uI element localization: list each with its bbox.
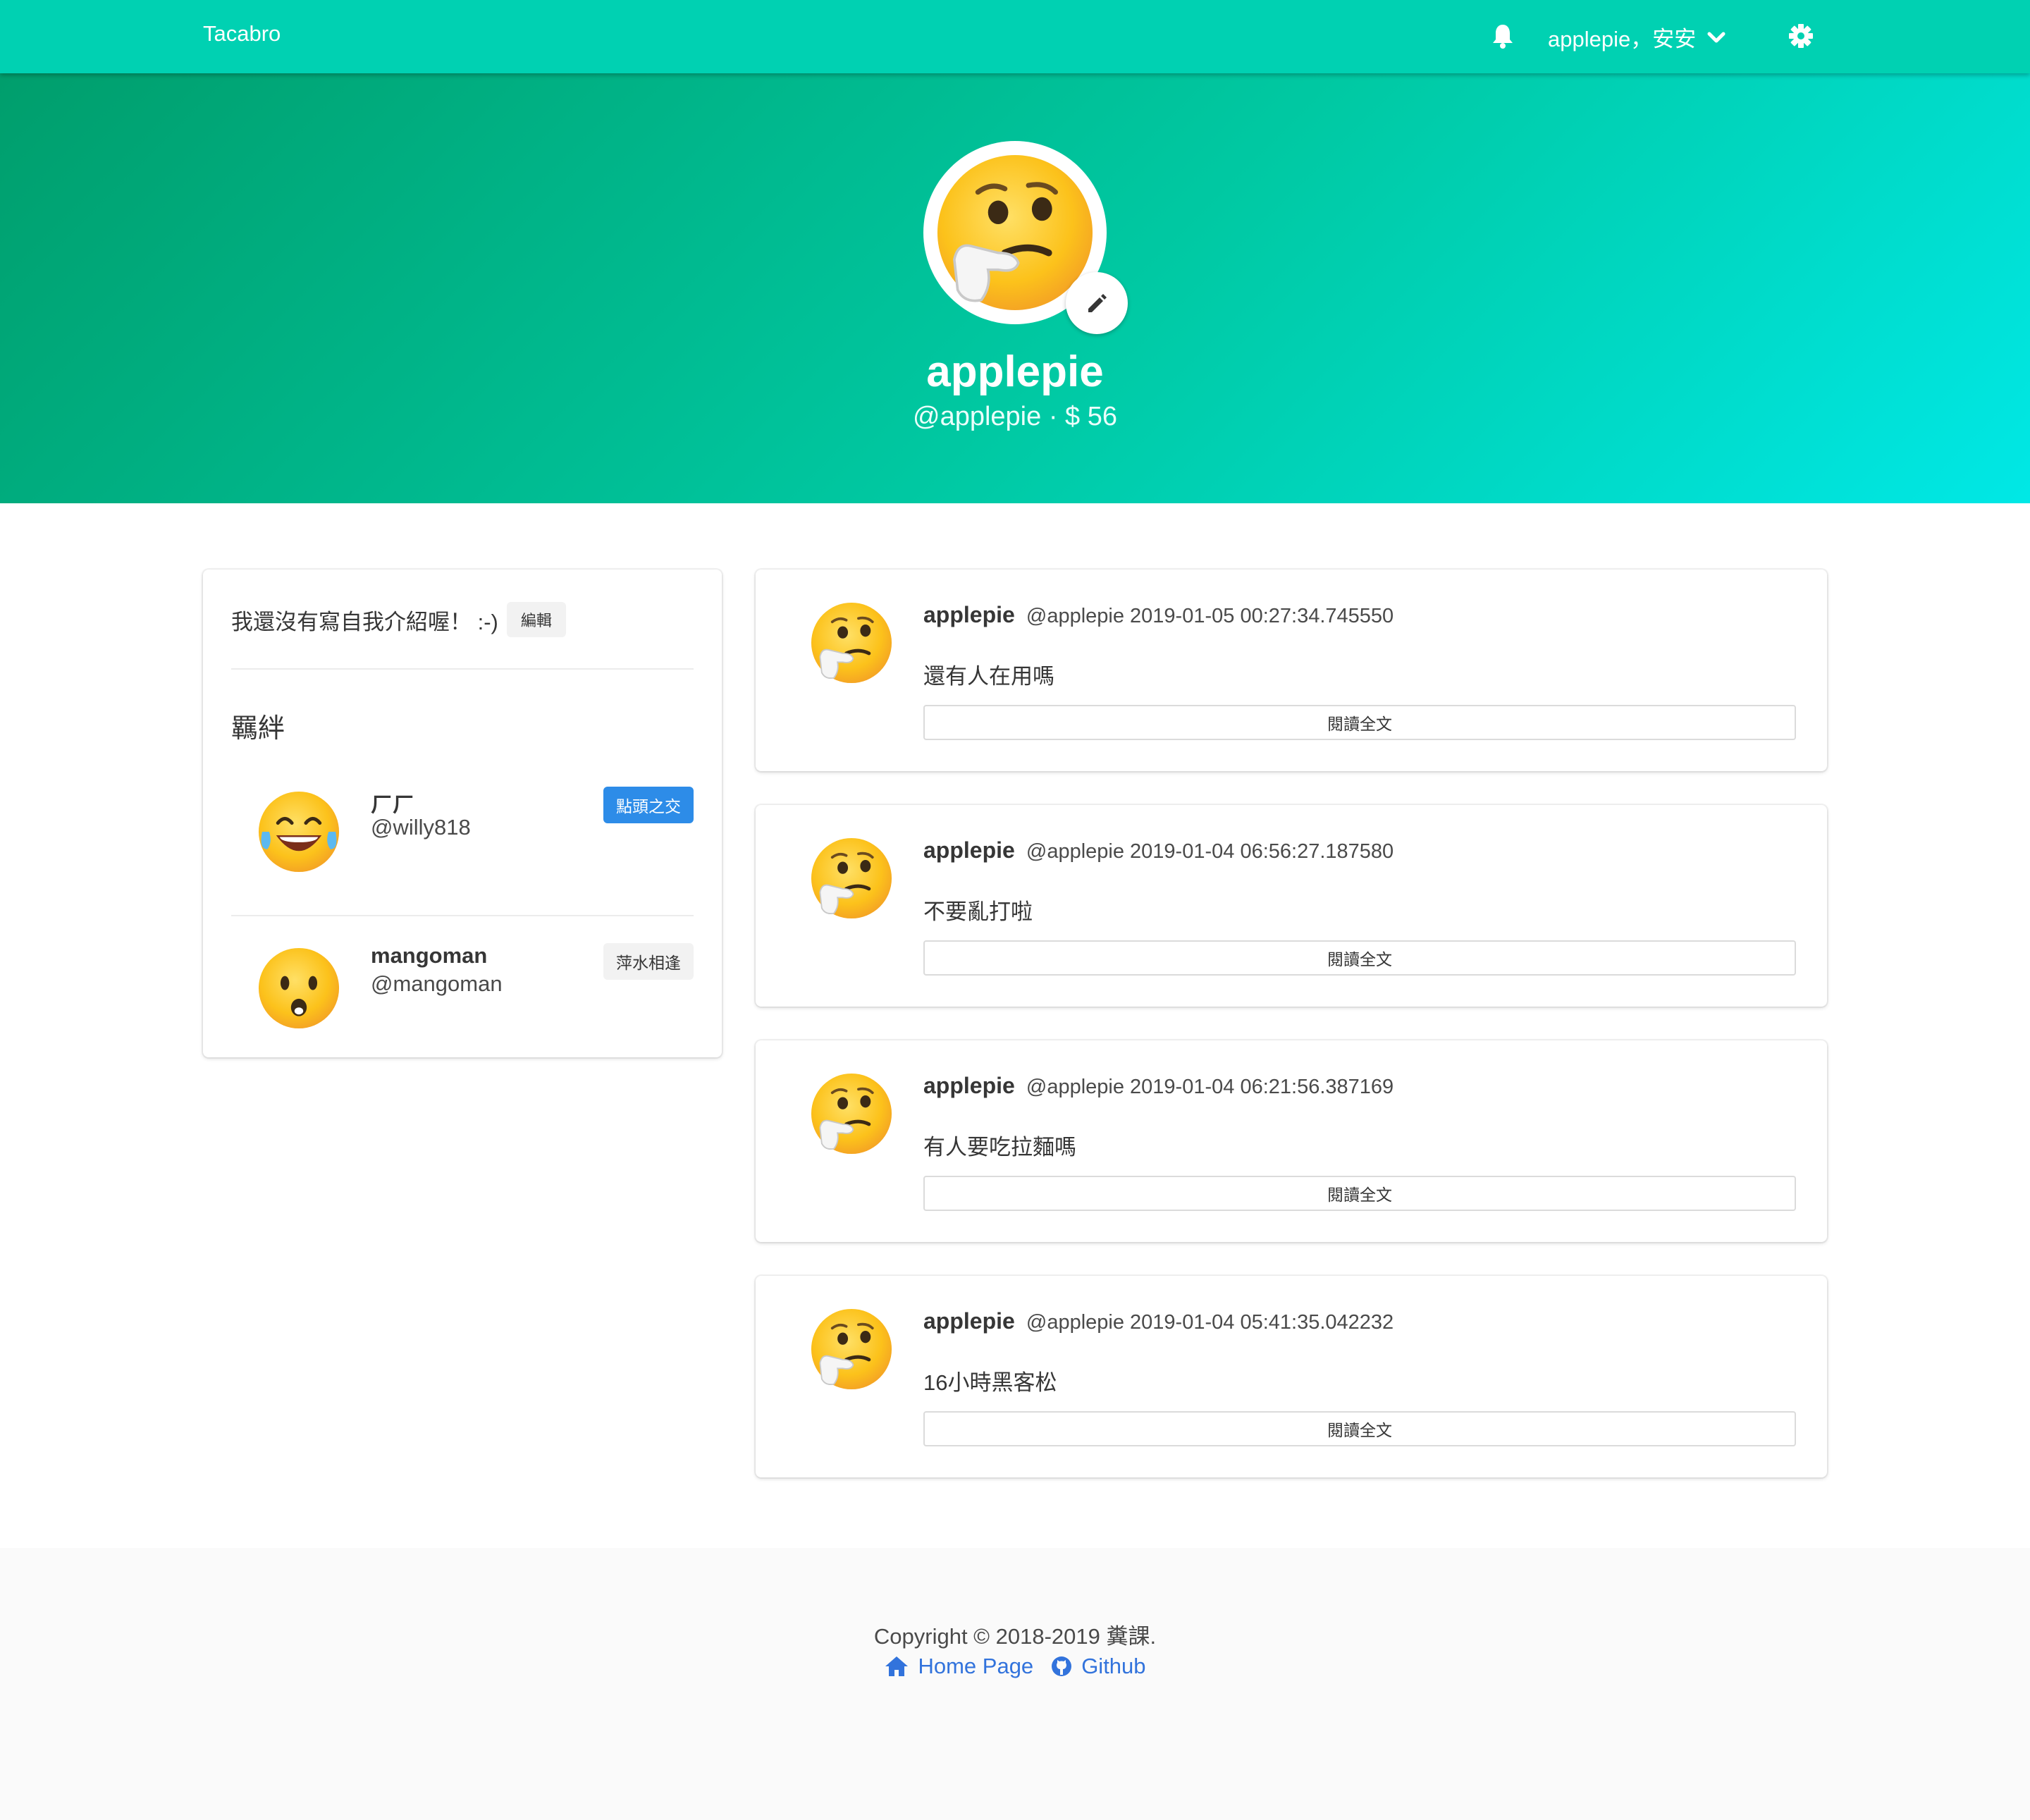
pencil-icon xyxy=(1088,294,1107,312)
user-greeting: applepie，安安 xyxy=(1548,27,1697,51)
friend-item[interactable]: mangoman @mangoman 萍水相逢 xyxy=(231,930,694,1050)
post-card: applepie @applepie 2019-01-05 00:27:34.7… xyxy=(756,570,1827,771)
read-more-button[interactable]: 閱讀全文 xyxy=(923,705,1796,740)
friend-avatar xyxy=(255,788,343,875)
home-page-link[interactable]: Home Page xyxy=(884,1654,1033,1679)
post-handle: @applepie xyxy=(1026,605,1124,627)
github-label: Github xyxy=(1081,1654,1146,1678)
post-meta: applepie @applepie 2019-01-04 05:41:35.0… xyxy=(923,1308,1394,1334)
friend-name[interactable]: mangoman xyxy=(371,943,487,969)
post-card: applepie @applepie 2019-01-04 06:21:56.3… xyxy=(756,1040,1827,1242)
footer: Copyright © 2018-2019 糞課. Home Page Gith… xyxy=(0,1548,2030,1820)
post-content: 還有人在用嗎 xyxy=(923,664,1054,689)
bell-icon[interactable] xyxy=(1491,23,1514,49)
chevron-down-icon xyxy=(1707,32,1726,42)
post-time: 2019-01-04 05:41:35.042232 xyxy=(1130,1311,1394,1334)
post-author-avatar xyxy=(808,599,895,687)
copyright-text: Copyright © 2018-2019 糞課. xyxy=(873,1624,1157,1649)
read-more-button[interactable]: 閱讀全文 xyxy=(923,1176,1796,1211)
post-author-avatar xyxy=(808,1070,895,1157)
divider xyxy=(231,915,694,916)
post-author[interactable]: applepie xyxy=(923,837,1015,863)
post-author-avatar xyxy=(808,835,895,922)
edit-avatar-button[interactable] xyxy=(1066,272,1128,334)
post-handle: @applepie xyxy=(1026,1076,1124,1098)
footer-links: Home Page Github xyxy=(0,1654,2030,1679)
post-author[interactable]: applepie xyxy=(923,602,1015,627)
post-content: 有人要吃拉麵嗎 xyxy=(923,1135,1076,1160)
home-icon xyxy=(885,1656,909,1676)
gear-icon[interactable] xyxy=(1789,24,1813,48)
profile-side-card: 我還沒有寫自我介紹喔！ :-) 編輯 羈絆 ㄏㄏ @willy818 點頭之交 … xyxy=(203,570,722,1057)
friend-handle: @mangoman xyxy=(371,971,503,996)
post-content: 16小時黑客松 xyxy=(923,1370,1057,1395)
post-author[interactable]: applepie xyxy=(923,1073,1015,1098)
friend-avatar xyxy=(255,945,343,1032)
user-menu[interactable]: applepie，安安 xyxy=(1548,21,1726,53)
post-content: 不要亂打啦 xyxy=(923,899,1033,924)
profile-hero: applepie @applepie · $ 56 xyxy=(0,73,2030,503)
navbar: Tacabro applepie，安安 xyxy=(0,0,2030,73)
post-author-avatar xyxy=(808,1305,895,1393)
profile-subtitle: @applepie · $ 56 xyxy=(913,402,1117,431)
intro-row: 我還沒有寫自我介紹喔！ :-) 編輯 xyxy=(231,602,566,637)
friend-handle: @willy818 xyxy=(371,815,471,840)
github-link[interactable]: Github xyxy=(1050,1654,1146,1679)
friend-relation-badge: 點頭之交 xyxy=(603,787,694,823)
friend-relation-badge: 萍水相逢 xyxy=(603,943,694,980)
post-meta: applepie @applepie 2019-01-04 06:21:56.3… xyxy=(923,1073,1394,1099)
friend-name[interactable]: ㄏㄏ xyxy=(371,787,414,818)
post-card: applepie @applepie 2019-01-04 06:56:27.1… xyxy=(756,805,1827,1007)
brand-link[interactable]: Tacabro xyxy=(203,21,281,47)
bonds-title: 羈絆 xyxy=(231,714,285,744)
github-icon xyxy=(1052,1656,1072,1676)
read-more-button[interactable]: 閱讀全文 xyxy=(923,1411,1796,1446)
edit-intro-button[interactable]: 編輯 xyxy=(506,602,566,637)
post-time: 2019-01-04 06:56:27.187580 xyxy=(1130,840,1394,863)
home-page-label: Home Page xyxy=(918,1654,1034,1678)
post-author[interactable]: applepie xyxy=(923,1308,1015,1334)
post-handle: @applepie xyxy=(1026,840,1124,863)
post-time: 2019-01-05 00:27:34.745550 xyxy=(1130,605,1394,627)
post-meta: applepie @applepie 2019-01-04 06:56:27.1… xyxy=(923,837,1394,863)
intro-text: 我還沒有寫自我介紹喔！ :-) xyxy=(231,609,498,634)
profile-name: applepie xyxy=(926,348,1104,396)
post-time: 2019-01-04 06:21:56.387169 xyxy=(1130,1076,1394,1098)
post-meta: applepie @applepie 2019-01-05 00:27:34.7… xyxy=(923,602,1394,628)
divider xyxy=(231,668,694,670)
post-card: applepie @applepie 2019-01-04 05:41:35.0… xyxy=(756,1276,1827,1477)
read-more-button[interactable]: 閱讀全文 xyxy=(923,940,1796,976)
friend-item[interactable]: ㄏㄏ @willy818 點頭之交 xyxy=(231,774,694,894)
post-handle: @applepie xyxy=(1026,1311,1124,1334)
